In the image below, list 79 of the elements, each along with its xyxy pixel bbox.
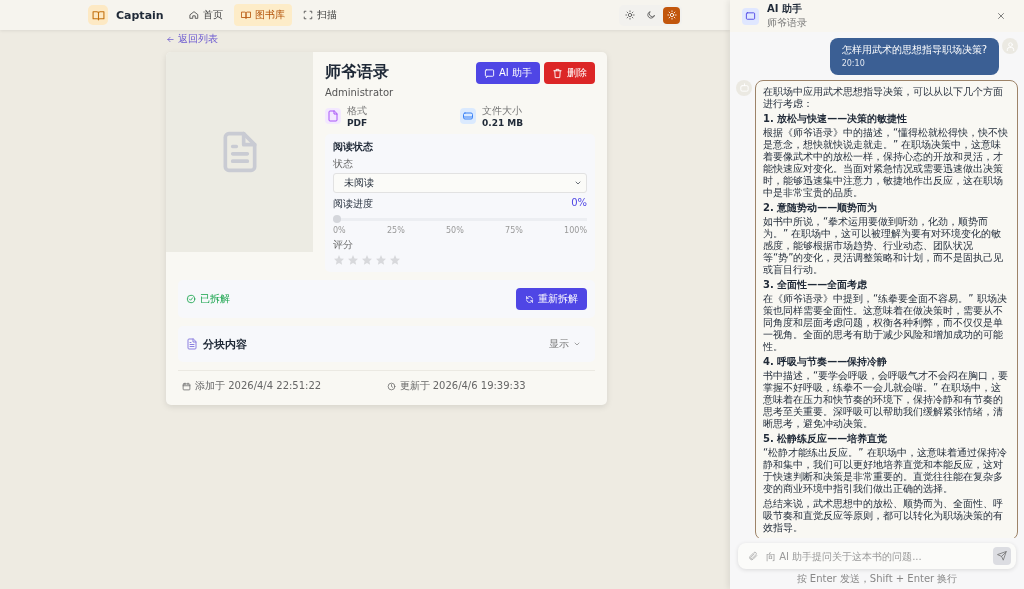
star-rating[interactable]: [333, 254, 401, 266]
calendar-icon: [182, 381, 191, 391]
message-heading: 3. 全面性——全面考虑: [763, 278, 869, 291]
message-text: 怎样用武术的思想指导职场决策?: [841, 44, 987, 56]
trash-icon: [552, 67, 563, 79]
star-icon[interactable]: [361, 254, 373, 266]
message-text: 在职场中应用武术思想指导决策，可以从以下几个方面进行考虑：: [763, 85, 1004, 110]
drive-icon: [462, 110, 474, 122]
progress-value: 0%: [571, 197, 587, 210]
moon-icon: [645, 10, 656, 20]
chat-input[interactable]: 向 AI 助手提问关于这本书的问题...: [766, 550, 985, 562]
sun-icon: [624, 10, 635, 20]
message-text: 如书中所说，“拳术运用要做到听劲，化劲，顺势而为。” 在职场中，这可以被理解为要有对环境变化的敏感度，能够根据市场趋势、行业动态、团队状况等“势”的变化，灵活调整策略和计划，而不是固执己见或盲目行动。: [763, 215, 1005, 276]
assistant-button[interactable]: AI 助手: [476, 62, 540, 84]
arrow-left-icon: [166, 34, 175, 44]
message-text: 根据《师爷语录》中的描述，“懂得松就松得快，快不快是意念，想快就快说走就走。” 在职场决策中，这意味着要像武术中的放松一样，保持心态的开放和灵活，才能快速应对变化。当面对紧急情况或需要迅速做出决策时，能够迅速集中注意力，敏捷地作出反应，这在职场中是非常宝贵的品质。: [763, 126, 1010, 199]
section-title: 分块内容: [203, 336, 247, 352]
input-hint: 按 Enter 发送，Shift + Enter 换行: [796, 572, 958, 586]
message-heading: 2. 意随势动——顺势而为: [763, 201, 879, 214]
tick-label: 75%: [505, 226, 523, 235]
message-text: “松静才能练出反应。” 在职场中，这意味着通过保持冷静和集中，我们可以更好地培养直觉和本能反应，这对于快速判断和决策是非常重要的。直觉往往能在复杂多变的商业环境中指引我们做出正确的选择。: [763, 446, 1008, 495]
chat-icon: [484, 67, 496, 79]
toggle-button[interactable]: 显示: [543, 336, 587, 352]
tick-label: 25%: [386, 226, 405, 235]
tick-label: 50%: [446, 226, 464, 235]
nav-tab[interactable]: 首页: [181, 4, 230, 26]
parse-status: 已拆解: [186, 292, 230, 306]
message-field[interactable]: 向 AI 助手提问关于这本书的问题...: [738, 543, 1016, 569]
refresh-icon: [525, 294, 534, 304]
added-date: 添加于 2026/4/4 22:51:22: [195, 379, 322, 393]
nav-tab[interactable]: 图书库: [233, 4, 292, 26]
star-icon[interactable]: [375, 254, 387, 266]
back-link[interactable]: 返回列表: [166, 32, 218, 46]
message-text: 书中描述，“要学会呼吸，会呼吸气才不会闷在胸口，要掌握不好呼吸，练拳不一会儿就会喘。” 在职场中，这意味着在压力和快节奏的环境下，保持冷静和有节奏的思考至关重要。深呼吸可以帮助我们缓解紧张情绪，清晰思考，避免冲动决策。: [763, 369, 1010, 430]
nav-tab[interactable]: 扫描: [295, 4, 344, 26]
book-icon: [240, 10, 251, 20]
scan-icon: [302, 10, 313, 20]
theme-button[interactable]: [663, 6, 680, 24]
info-value: PDF: [347, 118, 368, 128]
clock-icon: [386, 381, 396, 391]
send-button[interactable]: [993, 547, 1011, 565]
star-icon[interactable]: [333, 254, 345, 266]
panel-title: 阅读状态: [333, 140, 374, 154]
info-value: 0.21 MB: [482, 118, 524, 128]
check-circle-icon: [186, 294, 196, 304]
tick-label: 100%: [564, 226, 587, 235]
message-heading: 4. 呼吸与节奏——保持冷静: [763, 355, 889, 368]
file-icon: [327, 110, 339, 122]
delete-button[interactable]: 删除: [544, 62, 595, 84]
book-title: 师爷语录: [325, 62, 389, 83]
reparse-button[interactable]: 重新拆解: [516, 288, 587, 310]
status-select[interactable]: 未阅读: [333, 173, 587, 193]
tick-label: 0%: [333, 226, 346, 235]
message-text: 总结来说，武术思想中的放松、顺势而为、全面性、呼吸节奏和直觉反应等原则，都可以转化为职场决策的有效指导。: [763, 497, 1004, 534]
message-heading: 5. 松静练反应——培养直觉: [763, 432, 889, 445]
message-time: 20:10: [841, 59, 866, 69]
info-label: 格式: [347, 104, 368, 118]
chevron-down-icon: [573, 340, 581, 348]
close-icon: [996, 11, 1006, 21]
message-text: 在《师爷语录》中提到，“练拳要全面不容易。” 职场决策也同样需要全面性。这意味着在做决策时，需要从不同角度和层面考虑问题，权衡各种利弊，而不仅仅是单一视角。全面的思考有助于减少风险和增加成功的可能性。: [763, 292, 1008, 353]
updated-date: 更新于 2026/4/6 19:39:33: [399, 379, 526, 393]
chat-title: AI 助手: [767, 2, 803, 16]
chat-subtitle: 师爷语录: [767, 16, 807, 30]
chat-icon: [745, 10, 756, 22]
field-label: 状态: [333, 157, 354, 171]
app-name: Captain: [116, 8, 164, 22]
sun-icon: [666, 10, 677, 20]
star-icon[interactable]: [347, 254, 359, 266]
field-label: 评分: [333, 238, 354, 252]
star-icon[interactable]: [389, 254, 401, 266]
user-icon: [1004, 40, 1016, 52]
message-heading: 1. 放松与快速——决策的敏捷性: [763, 112, 909, 125]
info-label: 文件大小: [482, 104, 523, 118]
home-icon: [188, 10, 199, 20]
file-icon: [186, 338, 198, 350]
send-icon: [997, 551, 1007, 561]
field-label: 阅读进度: [333, 197, 373, 211]
book-author: Administrator: [325, 87, 395, 98]
progress-slider[interactable]: [333, 215, 587, 223]
